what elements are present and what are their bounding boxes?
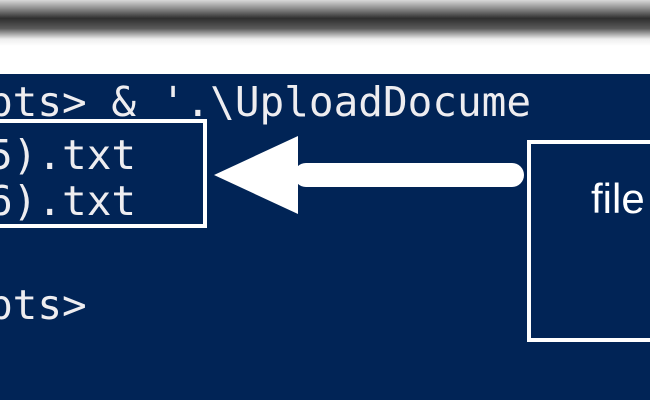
powershell-console[interactable]: pts> & '.\UploadDocume 5).txt 6).txt pts… bbox=[0, 74, 650, 400]
callout-label: file bbox=[591, 175, 645, 222]
annotation-callout: file bbox=[527, 140, 650, 342]
screenshot: pts> & '.\UploadDocume 5).txt 6).txt pts… bbox=[0, 0, 650, 400]
window-border bbox=[0, 46, 650, 74]
window-title-bar bbox=[0, 0, 650, 46]
output-highlight-box bbox=[0, 119, 207, 228]
prompt-line: pts> bbox=[0, 281, 87, 329]
arrow-left-icon bbox=[214, 136, 524, 214]
